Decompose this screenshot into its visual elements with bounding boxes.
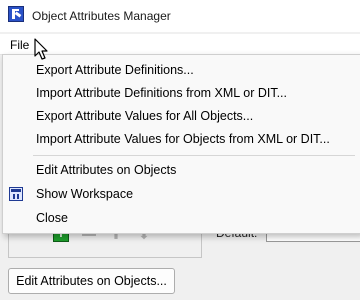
menu-separator [33,155,355,156]
menu-file[interactable]: File [4,34,35,56]
menu-item-import-definitions[interactable]: Import Attribute Definitions from XML or… [36,83,287,103]
edit-attributes-button[interactable]: Edit Attributes on Objects... [8,268,175,294]
app-icon [8,6,24,22]
file-menu-dropdown: Export Attribute Definitions... Import A… [2,54,360,234]
menu-item-export-values[interactable]: Export Attribute Values for All Objects.… [36,106,253,126]
workspace-icon [9,187,23,201]
mouse-cursor-icon [34,38,48,60]
window-title: Object Attributes Manager [32,9,171,23]
menu-item-edit-attributes[interactable]: Edit Attributes on Objects [36,160,176,180]
menu-item-show-workspace[interactable]: Show Workspace [36,184,133,204]
menu-item-export-definitions[interactable]: Export Attribute Definitions... [36,60,194,80]
menu-bar: File [0,34,360,55]
menu-item-close[interactable]: Close [36,208,68,228]
menu-item-import-values[interactable]: Import Attribute Values for Objects from… [36,129,330,149]
title-bar: Object Attributes Manager [0,0,360,32]
